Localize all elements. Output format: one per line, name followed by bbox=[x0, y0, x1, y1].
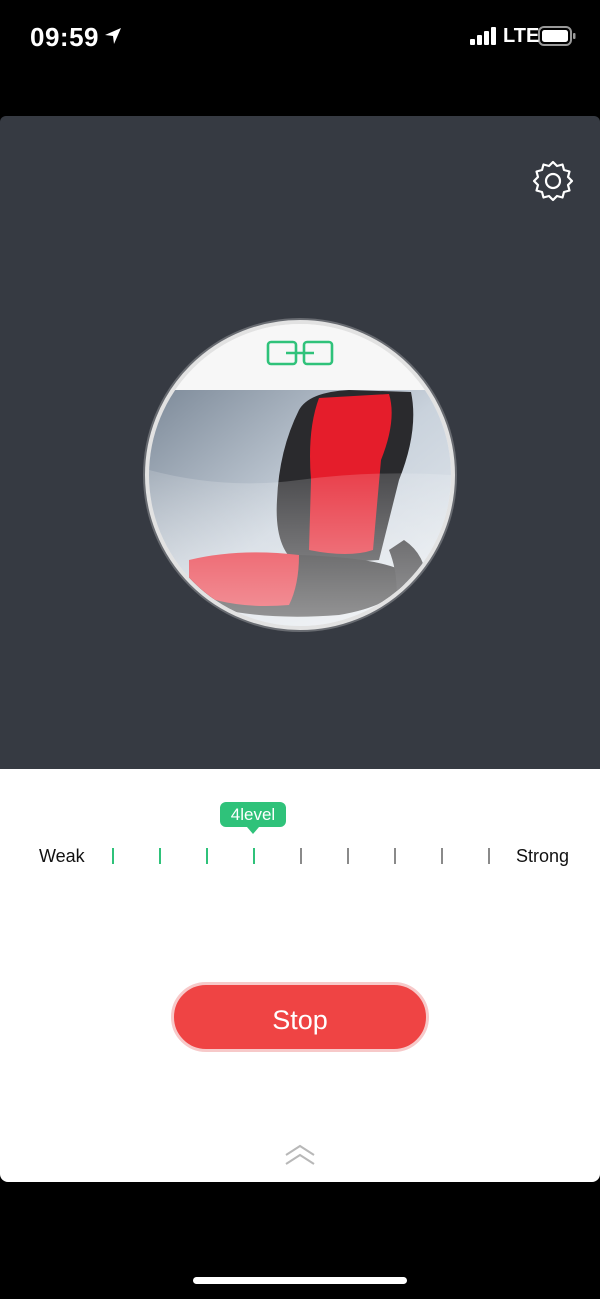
status-time: 09:59 bbox=[30, 22, 99, 52]
level-tick[interactable] bbox=[300, 848, 302, 864]
home-indicator bbox=[193, 1277, 407, 1284]
level-tick[interactable] bbox=[159, 848, 161, 864]
status-bar: 09:59 LTE bbox=[0, 0, 600, 80]
level-tick[interactable] bbox=[441, 848, 443, 864]
level-tick[interactable] bbox=[253, 848, 255, 864]
double-chevron-up-icon[interactable] bbox=[284, 1143, 316, 1167]
level-tick[interactable] bbox=[488, 848, 490, 864]
link-icon bbox=[266, 340, 334, 366]
network-label: LTE bbox=[503, 25, 540, 47]
level-tick[interactable] bbox=[347, 848, 349, 864]
controls-panel bbox=[0, 769, 600, 1182]
level-tick[interactable] bbox=[112, 848, 114, 864]
level-tick[interactable] bbox=[206, 848, 208, 864]
signal-icon bbox=[470, 27, 498, 45]
weak-label: Weak bbox=[39, 846, 85, 866]
strong-label: Strong bbox=[516, 846, 570, 866]
location-arrow-icon bbox=[105, 28, 121, 44]
battery-icon bbox=[538, 26, 576, 46]
gear-icon[interactable] bbox=[531, 159, 575, 203]
level-tick[interactable] bbox=[394, 848, 396, 864]
level-badge: 4level bbox=[220, 802, 286, 834]
stop-button[interactable]: Stop bbox=[171, 982, 429, 1052]
car-seat-image bbox=[149, 390, 451, 626]
